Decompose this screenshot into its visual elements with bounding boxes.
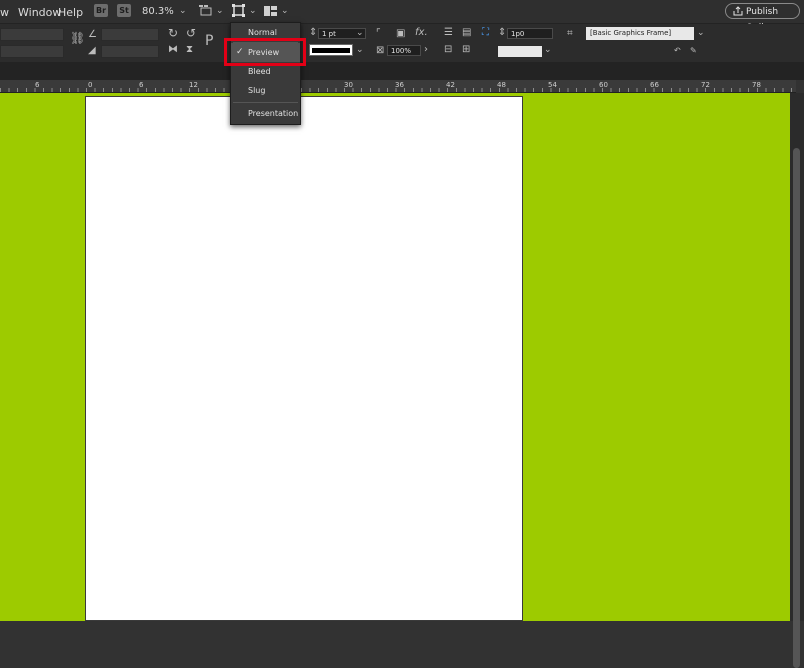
fill-swatch[interactable]	[497, 45, 543, 58]
ruler-label: 36	[395, 81, 404, 89]
opacity-more-icon[interactable]: ›	[424, 45, 428, 55]
object-style-icon: ⌗	[567, 28, 573, 39]
document-page[interactable]	[85, 96, 523, 621]
ruler-label: 30	[344, 81, 353, 89]
publish-icon	[733, 6, 743, 16]
stroke-type-chevron-icon[interactable]: ⌄	[356, 45, 364, 55]
drop-shadow-icon[interactable]: ▣	[396, 29, 405, 39]
menu-bar: w Window Help Br St 80.3% ⌄ ⌄ ⌄ ⌄ Publis…	[0, 0, 804, 33]
reference-point-icon[interactable]: P	[205, 34, 213, 48]
stroke-weight-chevron-icon[interactable]: ⌄	[356, 28, 364, 38]
y-position-field[interactable]	[0, 45, 64, 58]
menu-view[interactable]: w	[0, 6, 9, 19]
menu-window[interactable]: Window	[18, 6, 61, 19]
constrain-link-icon[interactable]: ⛓	[70, 32, 85, 44]
view-options-chevron-icon[interactable]: ⌄	[216, 6, 224, 16]
annotation-highlight-box	[224, 38, 306, 66]
ruler-label: 60	[599, 81, 608, 89]
effects-fx-icon[interactable]: fx.	[415, 28, 428, 38]
flip-vertical-icon[interactable]: ⧗	[186, 45, 193, 55]
ruler-label: 48	[497, 81, 506, 89]
object-style-chevron-icon[interactable]: ⌄	[697, 28, 705, 38]
view-options-icon[interactable]	[199, 5, 213, 17]
horizontal-ruler: 6 0 6 12 30 36 42 48 54 60 66 72 78	[0, 80, 796, 93]
edit-style-icon[interactable]: ✎	[690, 46, 697, 56]
ruler-label: 66	[650, 81, 659, 89]
opacity-icon: ⊠	[376, 45, 385, 56]
text-wrap-none-icon[interactable]: ☰	[444, 28, 453, 38]
rotate-counterclockwise-icon[interactable]: ↺	[186, 27, 196, 39]
document-tab-area	[0, 62, 804, 80]
ruler-label: 6	[139, 81, 144, 89]
ruler-label: 0	[88, 81, 93, 89]
arrange-documents-chevron-icon[interactable]: ⌄	[281, 6, 289, 16]
publish-online-button[interactable]: Publish Online	[725, 3, 800, 33]
object-style-select[interactable]: [Basic Graphics Frame]	[586, 27, 694, 40]
stock-button[interactable]: St	[117, 4, 131, 17]
bridge-button[interactable]: Br	[94, 4, 108, 17]
distribute-icon[interactable]: ⊞	[462, 45, 470, 55]
flip-horizontal-icon[interactable]: ⧓	[168, 45, 178, 55]
stroke-weight-stepper-icon[interactable]: ⇕	[309, 28, 317, 38]
scrollbar-thumb[interactable]	[793, 148, 800, 668]
rotation-angle-field[interactable]	[101, 28, 159, 41]
ruler-label: 78	[752, 81, 761, 89]
ruler-label: 42	[446, 81, 455, 89]
screen-mode-icon[interactable]	[232, 4, 245, 17]
zoom-level[interactable]: 80.3%	[142, 6, 174, 17]
corner-options-icon[interactable]: ⌜	[376, 29, 381, 39]
arrange-documents-icon[interactable]	[264, 6, 277, 16]
ruler-label: 12	[189, 81, 198, 89]
x-position-field[interactable]	[0, 28, 64, 41]
screen-mode-slug[interactable]: Slug	[231, 81, 300, 100]
ruler-label: 6	[35, 81, 40, 89]
menu-divider	[233, 102, 298, 103]
rotate-clockwise-icon[interactable]: ↻	[168, 27, 178, 39]
offset-stepper-icon[interactable]: ⇕	[498, 28, 506, 38]
vertical-scrollbar[interactable]	[790, 93, 804, 668]
stroke-type-swatch[interactable]	[309, 44, 353, 56]
fill-chevron-icon[interactable]: ⌄	[544, 45, 552, 55]
offset-field[interactable]: 1p0	[507, 28, 553, 39]
clear-overrides-icon[interactable]: ↶	[674, 46, 681, 56]
shear-angle-field[interactable]	[101, 45, 159, 58]
opacity-field[interactable]: 100%	[387, 45, 421, 56]
rotation-angle-icon: ∠	[88, 29, 97, 40]
fitting-frame-icon[interactable]: ⛶	[482, 28, 489, 38]
text-wrap-box-icon[interactable]: ▤	[462, 28, 471, 38]
ruler-label: 72	[701, 81, 710, 89]
screen-mode-presentation[interactable]: Presentation	[231, 104, 300, 123]
screen-mode-chevron-icon[interactable]: ⌄	[249, 6, 257, 16]
menu-help[interactable]: Help	[58, 6, 83, 19]
align-center-icon[interactable]: ⊟	[444, 45, 452, 55]
shear-angle-icon: ◢	[88, 45, 96, 56]
ruler-label: 54	[548, 81, 557, 89]
zoom-chevron-icon[interactable]: ⌄	[179, 6, 187, 16]
